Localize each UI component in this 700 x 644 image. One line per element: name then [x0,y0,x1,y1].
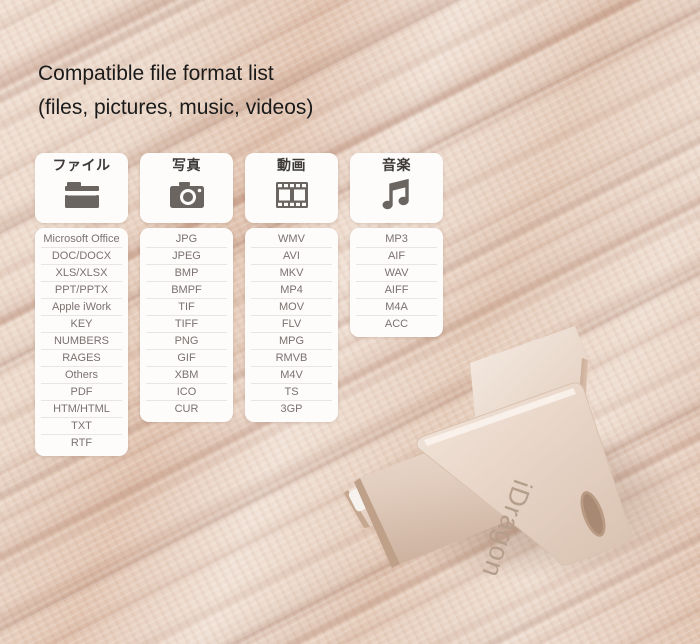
format-list-pictures: JPG JPEG BMP BMPF TIF TIFF PNG GIF XBM ICO CUR [140,228,233,422]
format-row: JPG [146,231,227,248]
format-row: WMV [251,231,332,248]
format-row: XBM [146,367,227,384]
format-row: TS [251,384,332,401]
category-card-videos[interactable]: 動画 [245,153,338,223]
format-row: AIF [356,248,437,265]
format-row: DOC/DOCX [41,248,122,265]
format-row: Apple iWork [41,299,122,316]
page-title: Compatible file format list (files, pict… [38,57,313,125]
folder-icon-svg [64,182,99,208]
format-row: BMP [146,265,227,282]
music-note-icon [377,178,417,212]
format-row: RAGES [41,350,122,367]
format-row: TIFF [146,316,227,333]
format-row: CUR [174,403,199,415]
music-note-icon-svg [382,179,409,210]
format-row: WAV [356,265,437,282]
folder-icon [62,178,102,212]
page-title-line-1: Compatible file format list [38,62,274,85]
format-row: BMPF [146,282,227,299]
format-row: ACC [384,318,409,330]
format-row: MP4 [251,282,332,299]
format-row: GIF [146,350,227,367]
camera-icon [167,178,207,212]
format-row: M4A [356,299,437,316]
format-row: MOV [251,299,332,316]
format-column-videos: 動画 WMV AVI MKV MP4 MOV FLV MPG RMVB M4V TS 3GP [245,153,338,456]
format-column-pictures: 写真 JPG JPEG BMP BMPF TIF TIFF PNG GIF XBM ICO CUR [140,153,233,456]
format-row: TXT [41,418,122,435]
film-strip-icon [272,178,312,212]
film-strip-icon-svg [275,182,308,208]
format-row: JPEG [146,248,227,265]
category-card-music[interactable]: 音楽 [350,153,443,223]
format-list-videos: WMV AVI MKV MP4 MOV FLV MPG RMVB M4V TS 3GP [245,228,338,422]
format-row: MKV [251,265,332,282]
format-column-music: 音楽 MP3 AIF WAV AIFF M4A ACC [350,153,443,456]
format-row: MPG [251,333,332,350]
format-row: KEY [41,316,122,333]
format-row: RMVB [251,350,332,367]
format-row: AVI [251,248,332,265]
format-row: M4V [251,367,332,384]
category-label-pictures: 写真 [172,158,201,174]
category-label-files: ファイル [52,158,111,174]
format-row: 3GP [280,403,303,415]
format-list-files: Microsoft Office DOC/DOCX XLS/XLSX PPT/PPTX… [35,228,128,456]
format-row: Others [41,367,122,384]
page-title-line-2: (files, pictures, music, videos) [38,96,314,119]
format-row: PDF [41,384,122,401]
format-columns: ファイル Microsoft Office DOC/DOCX XLS/XLSX PPT… [35,153,443,456]
format-row: XLS/XLSX [41,265,122,282]
format-row: PPT/PPTX [41,282,122,299]
category-card-pictures[interactable]: 写真 [140,153,233,223]
format-row: MP3 [356,231,437,248]
category-label-videos: 動画 [277,158,306,174]
format-list-music: MP3 AIF WAV AIFF M4A ACC [350,228,443,337]
format-row: HTM/HTML [41,401,122,418]
format-row: RTF [70,437,93,449]
format-row: AIFF [356,282,437,299]
camera-icon-svg [169,182,204,208]
format-row: PNG [146,333,227,350]
category-label-music: 音楽 [382,158,411,174]
format-row: Microsoft Office [41,231,122,248]
format-column-files: ファイル Microsoft Office DOC/DOCX XLS/XLSX PPT… [35,153,128,456]
format-row: FLV [251,316,332,333]
format-row: ICO [146,384,227,401]
format-row: TIF [146,299,227,316]
category-card-files[interactable]: ファイル [35,153,128,223]
format-row: NUMBERS [41,333,122,350]
